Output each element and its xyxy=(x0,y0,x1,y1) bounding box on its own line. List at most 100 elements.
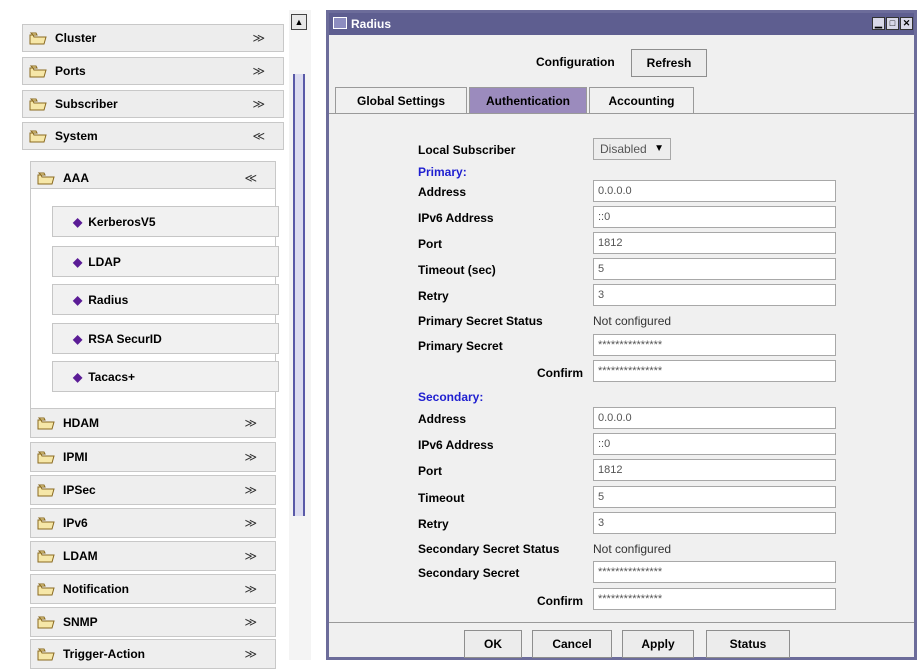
chevron-down-icon[interactable]: ≫ xyxy=(244,615,257,629)
primary-timeout-field[interactable]: 5 xyxy=(593,258,836,280)
cancel-button[interactable]: Cancel xyxy=(532,630,612,658)
nav-item-ipsec[interactable]: IPSec ≫ xyxy=(30,475,276,505)
folder-icon xyxy=(29,130,47,142)
local-subscriber-select[interactable]: Disabled ▼ xyxy=(593,138,671,160)
primary-timeout-label: Timeout (sec) xyxy=(418,263,496,277)
status-button[interactable]: Status xyxy=(706,630,790,658)
secondary-address-field[interactable]: 0.0.0.0 xyxy=(593,407,836,429)
window-title-bar[interactable]: Radius ▁ □ ✕ xyxy=(329,13,914,35)
nav-leaf-label: RSA SecurID xyxy=(88,331,162,346)
ok-button[interactable]: OK xyxy=(464,630,522,658)
nav-leaf-ldap[interactable]: ◆ LDAP xyxy=(52,246,279,277)
secondary-confirm-field[interactable]: *************** xyxy=(593,588,836,610)
nav-leaf-kerberosv5[interactable]: ◆ KerberosV5 xyxy=(52,206,279,237)
tab-authentication[interactable]: Authentication xyxy=(469,87,587,113)
primary-port-label: Port xyxy=(418,237,442,251)
secondary-port-label: Port xyxy=(418,464,442,478)
primary-secret-status-value: Not configured xyxy=(593,314,672,328)
configuration-label: Configuration xyxy=(536,55,615,69)
nav-leaf-label: Tacacs+ xyxy=(88,369,136,384)
tab-global-settings[interactable]: Global Settings xyxy=(335,87,467,113)
chevron-down-icon[interactable]: ≫ xyxy=(244,450,257,464)
nav-item-subscriber[interactable]: Subscriber ≫ xyxy=(22,90,284,118)
refresh-button[interactable]: Refresh xyxy=(631,49,707,77)
nav-item-ipmi[interactable]: IPMI ≫ xyxy=(30,442,276,472)
maximize-icon[interactable]: □ xyxy=(886,17,899,30)
nav-leaf-rsa-securid[interactable]: ◆ RSA SecurID xyxy=(52,323,279,354)
local-subscriber-label: Local Subscriber xyxy=(418,143,516,157)
authentication-form: Local Subscriber Disabled ▼ Primary: Add… xyxy=(329,114,914,622)
local-subscriber-value: Disabled xyxy=(600,142,647,156)
chevron-down-icon[interactable]: ≫ xyxy=(252,31,265,45)
chevron-down-icon[interactable]: ≫ xyxy=(244,516,257,530)
folder-icon xyxy=(37,616,55,628)
chevron-down-icon[interactable]: ≫ xyxy=(244,582,257,596)
folder-icon xyxy=(37,417,55,429)
folder-icon xyxy=(37,451,55,463)
nav-item-label: SNMP xyxy=(63,615,98,629)
nav-leaf-tacacs[interactable]: ◆ Tacacs+ xyxy=(52,361,279,392)
diamond-icon: ◆ xyxy=(73,214,83,229)
nav-item-notification[interactable]: Notification ≫ xyxy=(30,574,276,604)
chevron-down-icon[interactable]: ≫ xyxy=(244,416,257,430)
nav-item-label: IPSec xyxy=(63,483,96,497)
diamond-icon: ◆ xyxy=(73,369,83,384)
primary-secret-field[interactable]: *************** xyxy=(593,334,836,356)
chevron-down-icon[interactable]: ≫ xyxy=(252,64,265,78)
nav-item-ipv6[interactable]: IPv6 ≫ xyxy=(30,508,276,538)
primary-ipv6-label: IPv6 Address xyxy=(418,211,494,225)
secondary-heading: Secondary: xyxy=(418,390,484,404)
minimize-icon[interactable]: ▁ xyxy=(872,17,885,30)
navigation-tree: Cluster ≫ Ports ≫ Subscriber ≫ System ≪ … xyxy=(22,18,312,669)
primary-address-field[interactable]: 0.0.0.0 xyxy=(593,180,836,202)
aaa-subitems: ◆ KerberosV5 ◆ LDAP ◆ Radius ◆ RSA Secur… xyxy=(30,188,279,412)
nav-item-snmp[interactable]: SNMP ≫ xyxy=(30,607,276,637)
nav-item-label: LDAM xyxy=(63,549,98,563)
nav-leaf-label: LDAP xyxy=(88,254,121,269)
nav-item-cluster[interactable]: Cluster ≫ xyxy=(22,24,284,52)
chevron-down-icon[interactable]: ≫ xyxy=(244,549,257,563)
folder-icon xyxy=(29,98,47,110)
primary-port-field[interactable]: 1812 xyxy=(593,232,836,254)
scroll-up-arrow-icon[interactable]: ▲ xyxy=(291,14,307,30)
primary-ipv6-field[interactable]: ::0 xyxy=(593,206,836,228)
apply-button[interactable]: Apply xyxy=(622,630,694,658)
diamond-icon: ◆ xyxy=(73,331,83,346)
chevron-down-icon[interactable]: ≫ xyxy=(244,647,257,661)
nav-item-system[interactable]: System ≪ xyxy=(22,122,284,150)
primary-confirm-label: Confirm xyxy=(537,366,583,380)
nav-item-hdam[interactable]: HDAM ≫ xyxy=(30,408,276,438)
nav-item-label: Cluster xyxy=(55,31,97,45)
primary-retry-field[interactable]: 3 xyxy=(593,284,836,306)
nav-item-label: IPv6 xyxy=(63,516,88,530)
nav-item-ports[interactable]: Ports ≫ xyxy=(22,57,284,85)
primary-retry-label: Retry xyxy=(418,289,449,303)
nav-item-ldam[interactable]: LDAM ≫ xyxy=(30,541,276,571)
secondary-timeout-label: Timeout xyxy=(418,491,465,505)
nav-leaf-radius[interactable]: ◆ Radius xyxy=(52,284,279,315)
secondary-ipv6-field[interactable]: ::0 xyxy=(593,433,836,455)
primary-confirm-field[interactable]: *************** xyxy=(593,360,836,382)
close-icon[interactable]: ✕ xyxy=(900,17,913,30)
chevron-up-icon[interactable]: ≪ xyxy=(244,171,257,185)
secondary-port-field[interactable]: 1812 xyxy=(593,459,836,481)
footer-divider xyxy=(329,622,914,623)
chevron-down-icon[interactable]: ≫ xyxy=(244,483,257,497)
secondary-secret-field[interactable]: *************** xyxy=(593,561,836,583)
chevron-up-icon[interactable]: ≪ xyxy=(252,129,265,143)
folder-icon xyxy=(37,517,55,529)
chevron-down-icon[interactable]: ≫ xyxy=(252,97,265,111)
nav-scrollbar[interactable]: ▲ xyxy=(289,10,311,660)
secondary-confirm-label: Confirm xyxy=(537,594,583,608)
folder-icon xyxy=(29,65,47,77)
secondary-timeout-field[interactable]: 5 xyxy=(593,486,836,508)
diamond-icon: ◆ xyxy=(73,292,83,307)
secondary-retry-field[interactable]: 3 xyxy=(593,512,836,534)
primary-heading: Primary: xyxy=(418,165,467,179)
scrollbar-thumb[interactable] xyxy=(293,74,305,516)
nav-item-label: Notification xyxy=(63,582,129,596)
primary-secret-label: Primary Secret xyxy=(418,339,503,353)
nav-item-trigger-action[interactable]: Trigger-Action ≫ xyxy=(30,639,276,669)
tab-accounting[interactable]: Accounting xyxy=(589,87,694,113)
dropdown-caret-icon: ▼ xyxy=(654,143,664,154)
